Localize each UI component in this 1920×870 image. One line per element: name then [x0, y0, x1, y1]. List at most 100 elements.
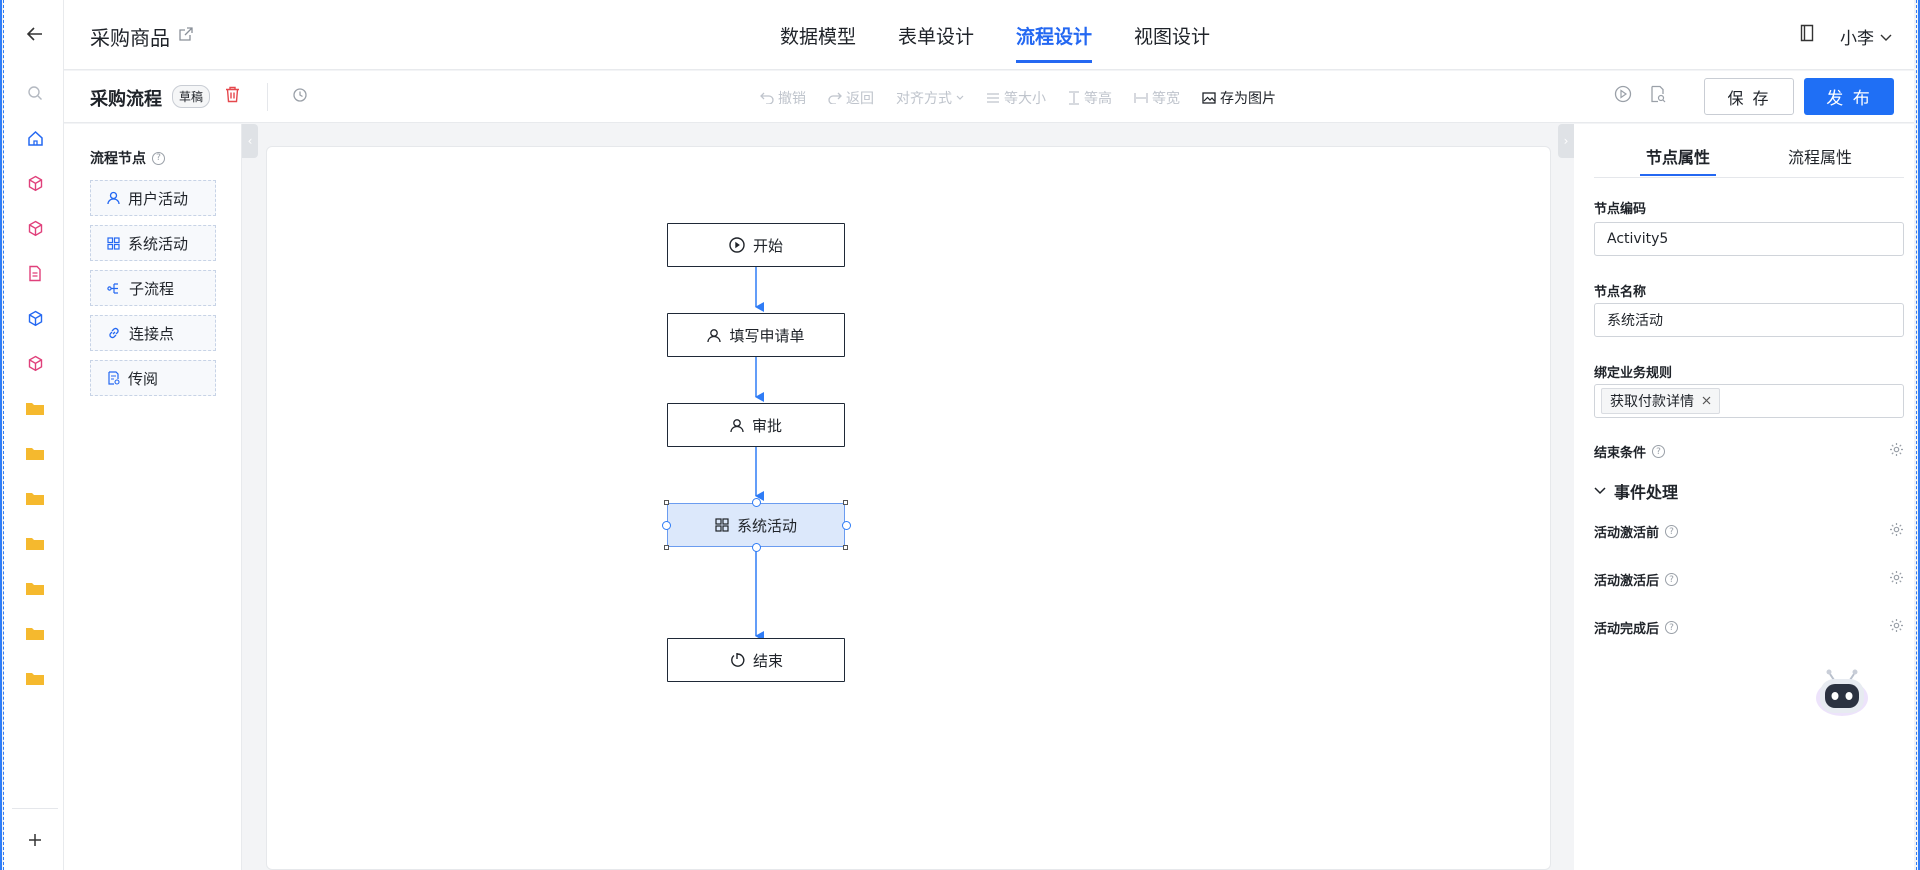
connection-point[interactable] — [752, 543, 761, 552]
redo-icon — [828, 92, 842, 104]
flow-node-system-activity[interactable]: 系统活动 — [667, 503, 845, 547]
palette-item-connector[interactable]: 连接点 — [90, 315, 216, 351]
folder-icon[interactable] — [22, 395, 48, 421]
folder-icon[interactable] — [22, 485, 48, 511]
save-button[interactable]: 保 存 — [1704, 78, 1794, 115]
business-rule-select[interactable]: 获取付款详情 — [1594, 384, 1904, 418]
back-arrow-icon[interactable] — [22, 21, 48, 47]
assistant-bot-icon[interactable] — [1812, 660, 1872, 720]
help-icon[interactable]: ? — [1665, 573, 1679, 586]
same-width-label: 等宽 — [1152, 91, 1180, 107]
same-height-button[interactable]: 等高 — [1068, 88, 1112, 108]
publish-button[interactable]: 发 布 — [1804, 78, 1894, 115]
save-image-button[interactable]: 存为图片 — [1202, 88, 1276, 108]
user-menu[interactable]: 小李 — [1840, 24, 1892, 49]
folder-icon[interactable] — [22, 575, 48, 601]
help-icon[interactable]: ? — [1652, 445, 1666, 458]
same-size-button[interactable]: 等大小 — [986, 88, 1046, 108]
close-icon[interactable] — [1702, 393, 1711, 409]
collapse-left-panel-button[interactable]: ‹ — [242, 124, 258, 158]
undo-icon — [760, 92, 774, 104]
gear-icon[interactable] — [1889, 522, 1904, 541]
redo-button[interactable]: 返回 — [828, 88, 874, 108]
palette-item-circulate[interactable]: 传阅 — [90, 360, 216, 396]
folder-icon[interactable] — [22, 530, 48, 556]
top-header: 采购商品 数据模型 表单设计 流程设计 视图设计 小李 — [64, 0, 1914, 70]
connection-point[interactable] — [752, 498, 761, 507]
undo-button[interactable]: 撤销 — [760, 88, 806, 108]
document-icon[interactable] — [22, 260, 48, 286]
palette-item-label: 用户活动 — [128, 189, 189, 208]
same-height-icon — [1069, 91, 1079, 105]
event-section-toggle[interactable]: 事件处理 — [1594, 479, 1678, 503]
resize-handle[interactable] — [664, 545, 669, 550]
power-icon — [731, 653, 745, 667]
resize-handle[interactable] — [843, 500, 848, 505]
flow-node-approve[interactable]: 审批 — [667, 403, 845, 447]
node-palette: 流程节点 ? 用户活动 系统活动 子流程 连接点 传阅 — [64, 124, 242, 870]
home-icon[interactable] — [22, 125, 48, 151]
rail-divider — [12, 808, 58, 809]
connection-point[interactable] — [842, 521, 851, 530]
undo-label: 撤销 — [778, 91, 806, 107]
tab-flow-design[interactable]: 流程设计 — [1016, 22, 1093, 63]
gear-icon[interactable] — [1889, 442, 1904, 461]
properties-panel: 节点属性 流程属性 节点编码 Activity5 节点名称 系统活动 绑定业务规… — [1574, 124, 1914, 870]
node-name-input[interactable]: 系统活动 — [1594, 303, 1904, 337]
flow-toolbar: 采购流程 草稿 撤销 返回 对齐方式 等大小 等高 等宽 存为图片 保 存 发 … — [64, 71, 1914, 123]
flow-node-fill-form[interactable]: 填写申请单 — [667, 313, 845, 357]
gear-icon[interactable] — [1889, 570, 1904, 589]
flow-node-end[interactable]: 结束 — [667, 638, 845, 682]
help-icon[interactable]: ? — [1665, 621, 1679, 634]
flow-connectors — [755, 267, 764, 641]
gear-icon[interactable] — [1889, 618, 1904, 637]
book-icon[interactable] — [1800, 24, 1814, 46]
resize-handle[interactable] — [664, 500, 669, 505]
palette-title: 流程节点 ? — [90, 148, 165, 168]
cube-icon[interactable] — [22, 305, 48, 331]
tab-data-model[interactable]: 数据模型 — [780, 22, 856, 63]
main-tabs: 数据模型 表单设计 流程设计 视图设计 — [780, 22, 1210, 63]
chevron-down-icon — [1594, 487, 1606, 495]
external-link-icon[interactable] — [179, 26, 193, 45]
tab-form-design[interactable]: 表单设计 — [898, 22, 974, 63]
palette-item-subprocess[interactable]: 子流程 — [90, 270, 216, 306]
left-rail — [4, 0, 64, 870]
folder-icon[interactable] — [22, 665, 48, 691]
cube-icon[interactable] — [22, 350, 48, 376]
toolbar-divider — [267, 83, 268, 111]
cube-icon[interactable] — [22, 170, 48, 196]
node-label: 填写申请单 — [729, 326, 805, 345]
same-width-button[interactable]: 等宽 — [1134, 88, 1180, 108]
play-icon[interactable] — [1614, 85, 1632, 107]
connection-point[interactable] — [662, 521, 671, 530]
tab-view-design[interactable]: 视图设计 — [1134, 22, 1210, 63]
folder-icon[interactable] — [22, 620, 48, 646]
tab-flow-properties[interactable]: 流程属性 — [1788, 144, 1852, 168]
search-icon[interactable] — [22, 80, 48, 106]
event-label: 活动激活后 — [1594, 574, 1660, 589]
palette-item-system-activity[interactable]: 系统活动 — [90, 225, 216, 261]
flow-canvas[interactable]: 开始 填写申请单 审批 系统活动 结束 — [266, 146, 1551, 870]
help-icon[interactable]: ? — [1665, 525, 1679, 538]
circulate-icon — [108, 371, 120, 385]
preview-doc-icon[interactable] — [1650, 85, 1666, 107]
align-dropdown[interactable]: 对齐方式 — [896, 88, 964, 108]
cube-icon[interactable] — [22, 215, 48, 241]
delete-icon[interactable] — [225, 86, 240, 107]
collapse-right-panel-button[interactable]: › — [1558, 124, 1574, 158]
help-icon[interactable]: ? — [152, 151, 165, 165]
event-label: 活动激活前 — [1594, 526, 1660, 541]
event-row: 活动完成后 ? — [1594, 618, 1679, 637]
resize-handle[interactable] — [843, 545, 848, 550]
folder-icon[interactable] — [22, 440, 48, 466]
flow-node-start[interactable]: 开始 — [667, 223, 845, 267]
node-code-input[interactable]: Activity5 — [1594, 222, 1904, 256]
status-badge: 草稿 — [172, 85, 211, 108]
plus-icon[interactable] — [22, 827, 48, 853]
history-icon[interactable] — [292, 87, 308, 107]
event-row: 活动激活前 ? — [1594, 522, 1679, 541]
node-label: 结束 — [752, 651, 783, 670]
palette-item-user-activity[interactable]: 用户活动 — [90, 180, 216, 216]
tab-node-properties[interactable]: 节点属性 — [1639, 144, 1717, 176]
